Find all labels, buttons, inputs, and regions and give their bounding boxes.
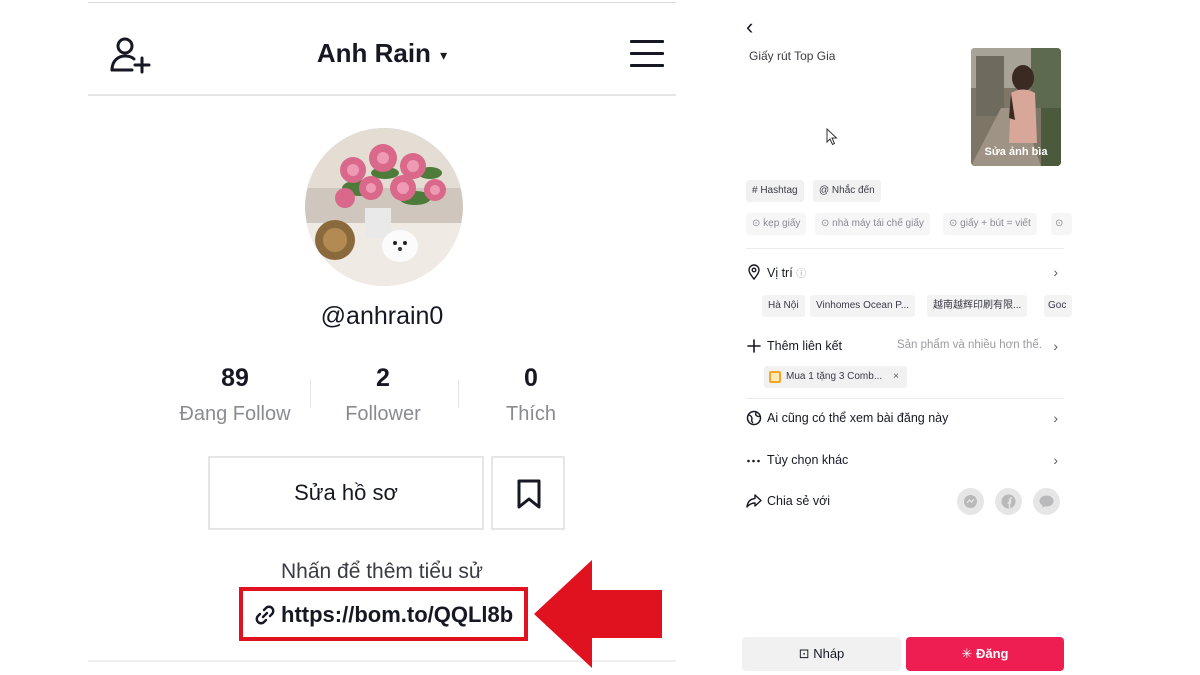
location-chip[interactable]: Goc [1044, 295, 1072, 317]
red-arrow-icon [534, 560, 662, 668]
section-divider [746, 398, 1064, 399]
chevron-right-icon: › [1053, 452, 1058, 468]
info-icon: ⓘ [796, 269, 807, 280]
add-link-row[interactable]: Thêm liên kết Sản phẩm và nhiều hơn thế.… [746, 336, 1064, 360]
top-divider [88, 2, 676, 3]
location-label: Vị trí ⓘ [767, 266, 807, 280]
caption-input[interactable]: Giấy rút Top Gia [749, 49, 835, 63]
mention-chip[interactable]: @ Nhắc đến [813, 180, 881, 202]
chevron-down-icon: ▾ [440, 46, 448, 63]
section-divider [746, 248, 1064, 249]
message-icon[interactable] [1033, 488, 1060, 515]
chevron-right-icon: › [1053, 410, 1058, 426]
stat-following-label: Đang Follow [179, 403, 291, 425]
link-icon [255, 605, 275, 625]
stat-likes-count: 0 [524, 364, 538, 392]
mouse-cursor-icon [826, 128, 838, 146]
profile-link-text: https://bom.to/QQLl8b [281, 602, 514, 627]
hashtag-chip[interactable]: # Hashtag [746, 180, 804, 202]
facebook-icon[interactable] [995, 488, 1022, 515]
globe-icon [746, 410, 762, 426]
stat-following[interactable]: 89 Đang Follow [160, 364, 310, 426]
cover-thumbnail[interactable]: Sửa ảnh bìa [971, 48, 1061, 166]
avatar[interactable] [305, 128, 463, 286]
product-chip[interactable]: Mua 1 tặng 3 Comb... × [764, 366, 907, 388]
profile-title[interactable]: Anh Rain ▾ [88, 38, 676, 69]
location-chip[interactable]: 越南越辉印刷有限... [927, 295, 1028, 317]
edit-cover-label: Sửa ảnh bìa [984, 146, 1048, 158]
stat-followers-label: Follower [345, 403, 421, 425]
privacy-row[interactable]: Ai cũng có thể xem bài đăng này › [746, 408, 1064, 432]
favorites-button[interactable] [491, 456, 565, 530]
more-icon [747, 459, 760, 463]
suggestion-chip[interactable]: ⊙ kẹp giấy [746, 213, 807, 235]
share-icon [746, 494, 762, 508]
add-link-hint: Sản phẩm và nhiều hơn thế. [896, 339, 1042, 351]
stat-followers-count: 2 [376, 364, 390, 392]
location-row[interactable]: Vị trí ⓘ › [746, 262, 1064, 286]
profile-header: Anh Rain ▾ [88, 4, 676, 96]
profile-link[interactable]: https://bom.to/QQLl8b [255, 602, 513, 628]
stat-likes[interactable]: 0 Thích [456, 364, 606, 426]
stat-following-count: 89 [221, 364, 249, 392]
profile-handle: @anhrain0 [320, 302, 444, 330]
location-pin-icon [748, 264, 760, 280]
suggestion-chip[interactable]: ⊙ nhà máy tái chế giấy [815, 213, 930, 235]
plus-icon [747, 339, 761, 353]
add-link-label: Thêm liên kết [767, 339, 843, 353]
product-label: Mua 1 tặng 3 Comb... [786, 371, 883, 382]
suggestion-chip[interactable]: ⊙ giấy + bút = viết [943, 213, 1037, 235]
location-chip[interactable]: Vinhomes Ocean P... [810, 295, 916, 317]
profile-link-highlight: https://bom.to/QQLl8b [239, 587, 528, 641]
more-options-label: Tùy chọn khác [767, 453, 849, 467]
messenger-icon[interactable] [957, 488, 984, 515]
share-label: Chia sẻ với [767, 494, 831, 508]
location-chip[interactable]: Hà Nội [762, 295, 805, 317]
chevron-right-icon: › [1053, 338, 1058, 354]
draft-button[interactable]: ⊡ Nháp [742, 637, 901, 671]
more-options-row[interactable]: Tùy chọn khác › [746, 450, 1064, 474]
publish-button[interactable]: ✳ Đăng [906, 637, 1064, 671]
stat-likes-label: Thích [505, 403, 557, 425]
menu-icon[interactable] [630, 40, 664, 68]
back-icon[interactable]: ‹ [746, 14, 753, 40]
product-icon [769, 371, 781, 383]
profile-title-text: Anh Rain [316, 38, 431, 68]
chevron-right-icon: › [1053, 264, 1058, 280]
privacy-label: Ai cũng có thể xem bài đăng này [767, 411, 949, 425]
stat-followers[interactable]: 2 Follower [308, 364, 458, 426]
post-editor-screen: ‹ Giấy rút Top Gia Sửa ảnh bìa # Hashtag… [738, 0, 1072, 675]
bookmark-icon [517, 479, 541, 509]
close-icon[interactable]: × [893, 366, 899, 388]
suggestion-chip[interactable]: ⊙ [1051, 213, 1072, 235]
edit-profile-button[interactable]: Sửa hồ sơ [208, 456, 484, 530]
